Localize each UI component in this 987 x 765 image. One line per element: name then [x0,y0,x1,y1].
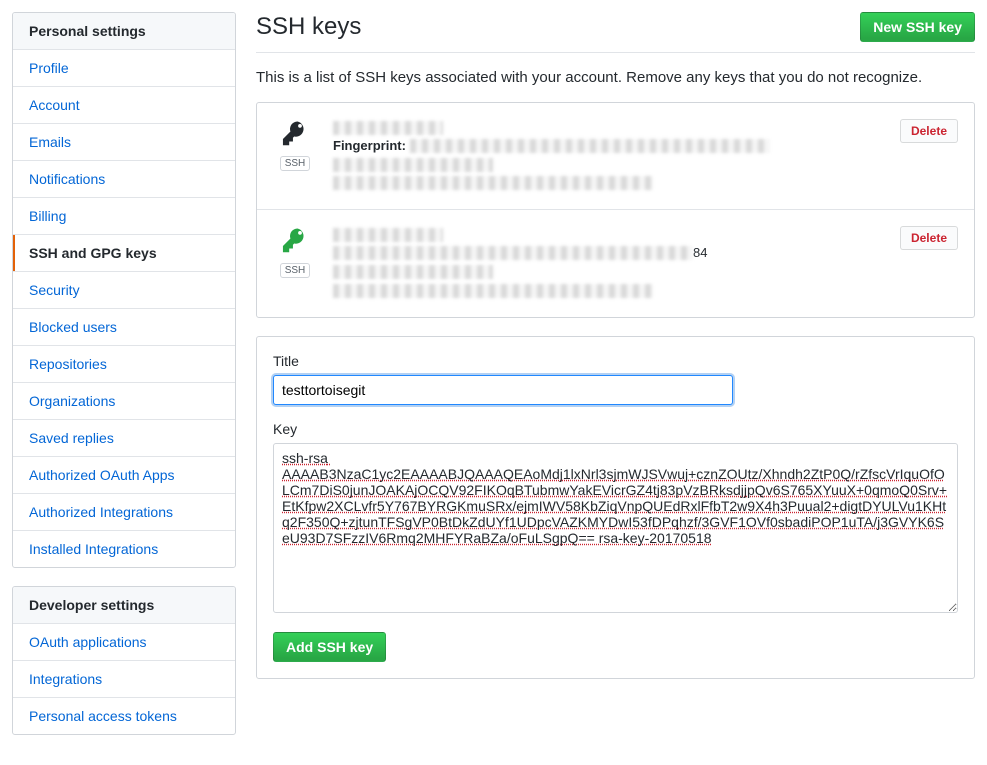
key-icon [280,119,310,152]
key-icon-block: SSH [273,119,317,171]
sidebar-item-integrations[interactable]: Integrations [13,661,235,698]
ssh-badge: SSH [280,156,311,171]
personal-settings-menu: Personal settings Profile Account Emails… [12,12,236,568]
add-key-form: Title Key Add SSH key [256,336,975,679]
add-ssh-key-button[interactable]: Add SSH key [273,632,386,662]
page-header: SSH keys New SSH key [256,12,975,53]
title-input[interactable] [273,375,733,405]
settings-sidebar: Personal settings Profile Account Emails… [12,12,236,753]
key-details: 84 [333,226,884,300]
page-title: SSH keys [256,13,361,41]
sidebar-item-authorized-oauth[interactable]: Authorized OAuth Apps [13,457,235,494]
key-label: Key [273,421,958,437]
personal-settings-header: Personal settings [13,13,235,50]
sidebar-item-notifications[interactable]: Notifications [13,161,235,198]
sidebar-item-blocked-users[interactable]: Blocked users [13,309,235,346]
key-icon-block: SSH [273,226,317,278]
ssh-key-item: SSH 84 Delete [257,209,974,316]
sidebar-item-billing[interactable]: Billing [13,198,235,235]
key-icon [280,226,310,259]
delete-key-button[interactable]: Delete [900,119,958,143]
ssh-key-list: SSH Fingerprint: Delete SSH 84 [256,102,975,318]
fingerprint-label: Fingerprint: [333,138,406,153]
sidebar-item-account[interactable]: Account [13,87,235,124]
sidebar-item-saved-replies[interactable]: Saved replies [13,420,235,457]
sidebar-item-emails[interactable]: Emails [13,124,235,161]
key-textarea[interactable] [273,443,958,613]
sidebar-item-repositories[interactable]: Repositories [13,346,235,383]
sidebar-item-personal-access-tokens[interactable]: Personal access tokens [13,698,235,734]
title-label: Title [273,353,958,369]
developer-settings-menu: Developer settings OAuth applications In… [12,586,236,735]
sidebar-item-profile[interactable]: Profile [13,50,235,87]
new-ssh-key-button[interactable]: New SSH key [860,12,975,42]
sidebar-item-security[interactable]: Security [13,272,235,309]
intro-text: This is a list of SSH keys associated wi… [256,69,975,86]
key-details: Fingerprint: [333,119,884,193]
main-content: SSH keys New SSH key This is a list of S… [256,12,975,753]
sidebar-item-organizations[interactable]: Organizations [13,383,235,420]
sidebar-item-ssh-gpg-keys[interactable]: SSH and GPG keys [13,235,235,272]
sidebar-item-installed-integrations[interactable]: Installed Integrations [13,531,235,567]
delete-key-button[interactable]: Delete [900,226,958,250]
ssh-badge: SSH [280,263,311,278]
ssh-key-item: SSH Fingerprint: Delete [257,103,974,209]
developer-settings-header: Developer settings [13,587,235,624]
sidebar-item-oauth-applications[interactable]: OAuth applications [13,624,235,661]
sidebar-item-authorized-integrations[interactable]: Authorized Integrations [13,494,235,531]
key-suffix: 84 [693,245,707,260]
